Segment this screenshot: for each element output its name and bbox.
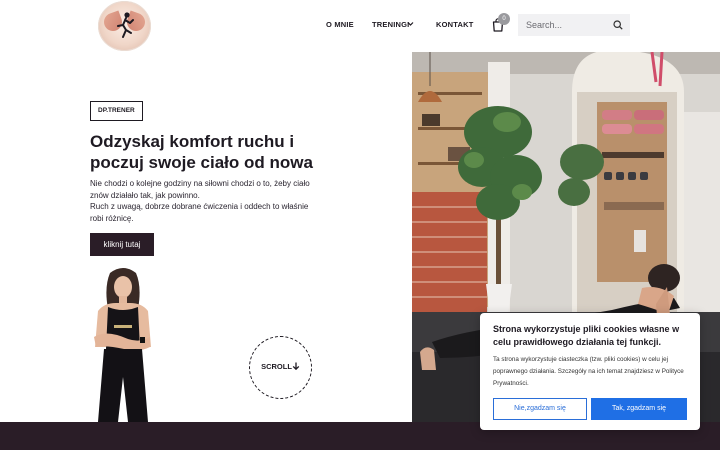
site-header: O MNIE TRENINGI KONTAKT 0 (0, 0, 720, 52)
hero-description-line-1: Nie chodzi o kolejne godziny na siłowni … (90, 179, 310, 200)
hero-title: Odzyskaj komfort ruchu i poczuj swoje ci… (90, 132, 313, 172)
nav-trainings-label: TRENINGI (372, 20, 410, 29)
cta-button[interactable]: kliknij tutaj (90, 233, 154, 256)
cart-count-badge: 0 (498, 13, 510, 25)
hero-description: Nie chodzi o kolejne godziny na siłowni … (90, 178, 310, 224)
search-icon[interactable] (613, 20, 623, 30)
search-box (518, 14, 630, 36)
nav-contact[interactable]: KONTAKT (436, 20, 474, 29)
chevron-down-icon (407, 22, 414, 26)
arrow-down-icon (292, 362, 300, 371)
cookie-accept-button[interactable]: Tak, zgadzam się (591, 398, 687, 420)
runner-icon (117, 12, 134, 38)
hero-section: DP.TRENER Odzyskaj komfort ruchu i poczu… (0, 52, 412, 422)
hero-badge: DP.TRENER (90, 101, 143, 121)
scroll-button[interactable]: SCROLL (249, 336, 312, 399)
scroll-label: SCROLL (250, 362, 311, 371)
logo[interactable] (98, 1, 151, 51)
cookie-title: Strona wykorzystuje pliki cookies własne… (493, 324, 680, 347)
trainer-photo (94, 268, 151, 422)
nav-trainings[interactable]: TRENINGI (372, 20, 414, 29)
cookie-reject-button[interactable]: Nie,zgadzam się (493, 398, 587, 420)
nav-about[interactable]: O MNIE (326, 20, 354, 29)
hero-description-line-2: Ruch z uwagą, dobrze dobrane ćwiczenia i… (90, 202, 309, 223)
cookie-text: Ta strona wykorzystuje ciasteczka (tzw. … (493, 356, 684, 387)
search-input[interactable] (518, 14, 610, 36)
cookie-banner: Strona wykorzystuje pliki cookies własne… (480, 313, 700, 430)
